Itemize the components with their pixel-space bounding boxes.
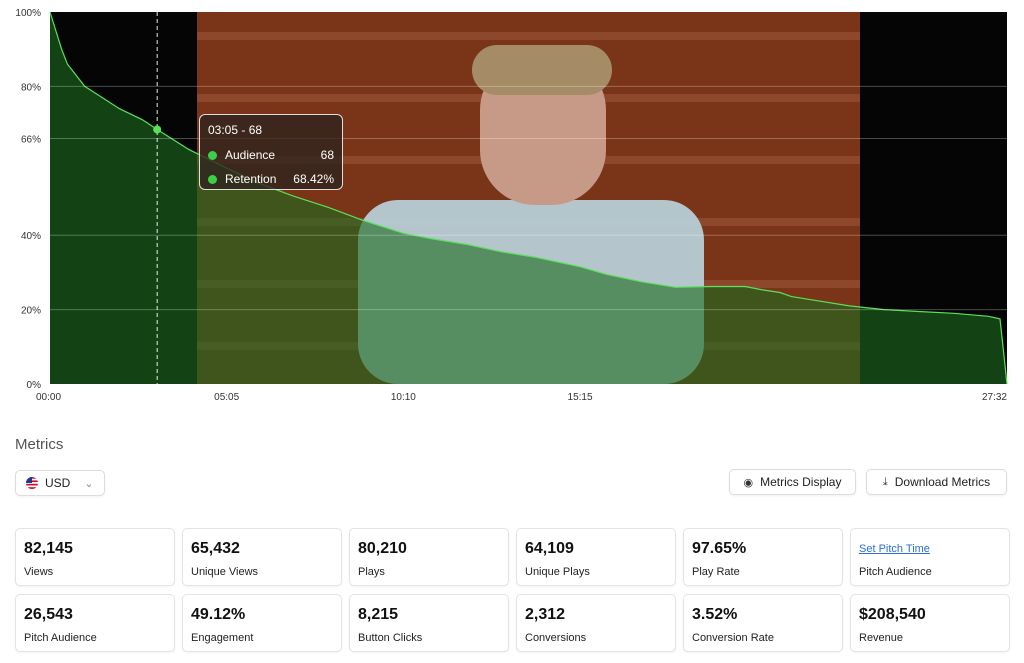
eye-icon: ◉ (743, 476, 754, 489)
tooltip-label: Audience (225, 148, 276, 162)
metric-card-views: 82,145 Views (15, 528, 175, 586)
currency-value: USD (45, 476, 71, 490)
metric-card-unique-plays: 64,109 Unique Plays (516, 528, 676, 586)
metric-label: Button Clicks (358, 632, 423, 644)
metric-card-button-clicks: 8,215 Button Clicks (349, 594, 509, 652)
x-tick-label: 27:32 (982, 392, 1007, 403)
metric-value: 64,109 (525, 540, 574, 557)
metric-label: Pitch Audience (859, 566, 932, 578)
tooltip-title: 03:05 - 68 (208, 123, 263, 137)
metric-value: 82,145 (24, 540, 73, 557)
metric-card-pitch-audience-setup: Set Pitch Time Pitch Audience (850, 528, 1010, 586)
download-metrics-button[interactable]: ⤓ Download Metrics (866, 469, 1007, 495)
metrics-cards: 82,145 Views 65,432 Unique Views 80,210 Pla… (15, 528, 1010, 652)
metric-value: 3.52% (692, 606, 738, 623)
y-tick-label: 0% (27, 380, 42, 391)
x-tick-label: 05:05 (214, 392, 239, 403)
x-tick-label: 15:15 (568, 392, 593, 403)
metrics-heading: Metrics (15, 436, 64, 453)
metric-card-pitch-audience: 26,543 Pitch Audience (15, 594, 175, 652)
metric-value: $208,540 (859, 606, 926, 623)
retention-dot-icon (208, 174, 217, 184)
tooltip-label: Retention (225, 172, 277, 186)
metric-label: Unique Plays (525, 566, 590, 578)
metric-value: 2,312 (525, 606, 566, 623)
video-person-hair (472, 45, 612, 95)
metrics-display-button[interactable]: ◉ Metrics Display (729, 469, 856, 495)
video-wall-stripe (197, 32, 860, 40)
metric-label: Pitch Audience (24, 632, 97, 644)
y-tick-label: 80% (21, 82, 41, 93)
download-metrics-label: Download Metrics (894, 475, 991, 489)
hover-marker-point (153, 125, 162, 134)
metric-value: 80,210 (358, 540, 407, 557)
metric-label: Conversions (525, 632, 587, 644)
tooltip-value: 68.42% (293, 172, 334, 186)
audience-dot-icon (208, 150, 217, 160)
metric-card-engagement: 49.12% Engagement (182, 594, 342, 652)
metric-label: Views (24, 566, 54, 578)
metric-label: Plays (358, 566, 385, 578)
metric-value: 97.65% (692, 540, 747, 557)
x-tick-label: 10:10 (391, 392, 416, 403)
retention-chart[interactable]: 100% 80% 66% 40% 20% 0%00:00 05:05 10:10 15:15 27… (0, 0, 1024, 410)
metric-label: Conversion Rate (692, 632, 774, 644)
y-tick-label: 40% (21, 231, 41, 242)
currency-select[interactable]: USD ⌄ (15, 470, 105, 496)
y-tick-label: 66% (21, 134, 41, 145)
tooltip-value: 68 (320, 148, 334, 162)
metric-label: Play Rate (692, 566, 740, 578)
tooltip-row-retention: Retention 68.42% (208, 167, 334, 191)
metric-card-play-rate: 97.65% Play Rate (683, 528, 843, 586)
y-tick-label: 100% (15, 8, 41, 19)
us-flag-icon (26, 477, 38, 489)
metric-value: 26,543 (24, 606, 73, 623)
metrics-display-label: Metrics Display (760, 475, 842, 489)
metric-value: 65,432 (191, 540, 240, 557)
metric-card-plays: 80,210 Plays (349, 528, 509, 586)
metric-card-conversions: 2,312 Conversions (516, 594, 676, 652)
metric-card-revenue: $208,540 Revenue (850, 594, 1010, 652)
tooltip-row-audience: Audience 68 (208, 143, 334, 167)
set-pitch-time-link[interactable]: Set Pitch Time (859, 538, 1001, 560)
chevron-down-icon: ⌄ (84, 477, 94, 490)
metric-label: Unique Views (191, 566, 259, 578)
metric-value: 8,215 (358, 606, 399, 623)
x-tick-label: 00:00 (36, 392, 61, 403)
metric-label: Engagement (191, 632, 254, 644)
retention-chart-area: 100% 80% 66% 40% 20% 0% 00:00 05:05 10:10 15:15 27… (0, 0, 1024, 410)
metric-card-unique-views: 65,432 Unique Views (182, 528, 342, 586)
metric-value: 49.12% (191, 606, 246, 623)
metric-card-conversion-rate: 3.52% Conversion Rate (683, 594, 843, 652)
download-icon: ⤓ (882, 475, 888, 488)
metric-label: Revenue (859, 632, 904, 644)
chart-tooltip: 03:05 - 68 Audience 68 Retention 68.42% (199, 114, 343, 190)
y-tick-label: 20% (21, 306, 41, 317)
